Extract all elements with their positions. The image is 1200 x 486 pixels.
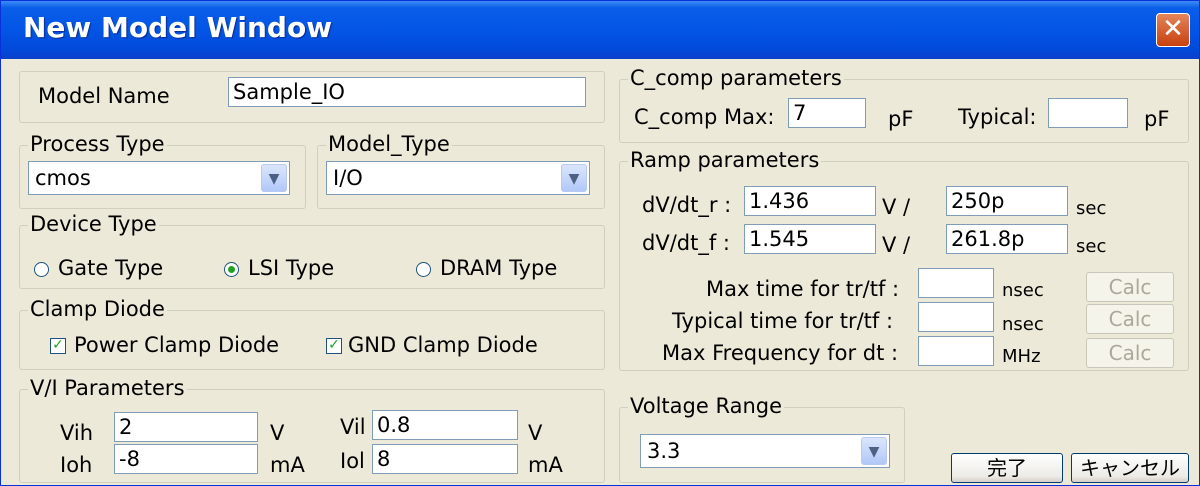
ioh-label: Ioh [60,453,93,477]
model-name-input[interactable]: Sample_IO [228,77,586,107]
max-frequency-unit: MHz [1002,346,1041,367]
vil-input[interactable]: 0.8 [372,410,518,440]
process-type-select[interactable]: cmos ▼ [28,161,290,195]
radio-lsi-type[interactable] [224,262,239,277]
dvdt-r-time-unit: sec [1076,198,1107,219]
max-time-calc-button[interactable]: Calc [1086,272,1174,302]
model-name-label: Model Name [38,84,170,108]
iol-label: Iol [340,449,365,473]
c-comp-max-label: C_comp Max: [634,105,775,129]
voltage-range-select[interactable]: 3.3 ▼ [640,434,890,468]
chevron-down-icon[interactable]: ▼ [561,164,587,192]
max-frequency-label: Max Frequency for dt : [662,341,899,365]
ramp-parameters-legend: Ramp parameters [628,148,822,172]
max-time-label: Max time for tr/tf : [706,277,900,301]
dvdt-f-time-input[interactable]: 261.8p [946,224,1068,254]
dvdt-f-time-unit: sec [1076,236,1107,257]
typical-time-calc-button[interactable]: Calc [1086,304,1174,334]
ramp-parameters-group: Ramp parameters dV/dt_r : 1.436 V / 250p… [619,148,1189,371]
device-type-legend: Device Type [28,212,159,236]
chevron-down-icon[interactable]: ▼ [261,164,287,192]
chevron-down-icon[interactable]: ▼ [861,437,887,465]
typical-time-unit: nsec [1002,314,1044,335]
clamp-diode-legend: Clamp Diode [28,297,167,321]
dvdt-r-voltage-unit: V / [882,195,911,219]
close-icon[interactable]: ✕ [1156,13,1190,47]
c-comp-max-input[interactable]: 7 [788,98,866,128]
voltage-range-legend: Voltage Range [628,394,785,418]
vil-unit: V [528,421,543,445]
model-type-legend: Model_Type [326,132,452,156]
dvdt-f-voltage-unit: V / [882,233,911,257]
power-clamp-checkbox[interactable]: ✓ [50,338,66,354]
ioh-input[interactable]: -8 [114,444,258,474]
c-comp-max-unit: pF [888,107,914,131]
gnd-clamp-checkbox[interactable]: ✓ [326,338,342,354]
voltage-range-group: Voltage Range 3.3 ▼ [619,394,905,483]
radio-lsi-type-label[interactable]: LSI Type [248,255,334,281]
vih-input[interactable]: 2 [114,412,258,442]
radio-dram-type[interactable] [416,262,431,277]
vi-parameters-legend: V/I Parameters [28,376,187,400]
max-frequency-input[interactable] [918,336,994,366]
model-name-group: Model Name Sample_IO [19,71,605,123]
dvdt-f-label: dV/dt_f : [642,231,730,255]
max-time-unit: nsec [1002,280,1044,301]
process-type-value: cmos [35,166,91,190]
ok-button[interactable]: 完了 [951,453,1063,483]
c-comp-typical-label: Typical: [958,105,1037,129]
title-bar[interactable]: New Model Window ✕ [1,1,1199,59]
dvdt-r-time-input[interactable]: 250p [946,186,1068,216]
power-clamp-label[interactable]: Power Clamp Diode [74,332,279,358]
model-type-group: Model_Type I/O ▼ [317,132,605,209]
process-type-legend: Process Type [28,132,167,156]
max-time-input[interactable] [918,268,994,298]
c-comp-legend: C_comp parameters [628,66,844,90]
max-frequency-calc-button[interactable]: Calc [1086,338,1174,368]
device-type-group: Device Type Gate Type LSI Type DRAM Type [19,212,605,289]
dvdt-f-voltage-input[interactable]: 1.545 [744,224,876,254]
vih-label: Vih [60,421,94,445]
radio-gate-type[interactable] [34,262,49,277]
c-comp-typical-unit: pF [1144,107,1170,131]
radio-dram-type-label[interactable]: DRAM Type [440,255,557,281]
iol-unit: mA [528,453,563,477]
window-title: New Model Window [23,11,333,44]
process-type-group: Process Type cmos ▼ [19,132,306,209]
iol-input[interactable]: 8 [372,444,518,474]
vih-unit: V [270,421,285,445]
dvdt-r-voltage-input[interactable]: 1.436 [744,186,876,216]
typical-time-input[interactable] [918,302,994,332]
cancel-button[interactable]: キャンセル [1071,453,1189,483]
vil-label: Vil [340,415,366,439]
model-type-value: I/O [333,166,363,190]
c-comp-typical-input[interactable] [1048,98,1128,128]
c-comp-group: C_comp parameters C_comp Max: 7 pF Typic… [619,66,1189,143]
ioh-unit: mA [270,453,305,477]
new-model-window: New Model Window ✕ Model Name Sample_IO … [0,0,1200,486]
model-type-select[interactable]: I/O ▼ [326,161,590,195]
dvdt-r-label: dV/dt_r : [642,193,732,217]
radio-gate-type-label[interactable]: Gate Type [58,255,163,281]
vi-parameters-group: V/I Parameters Vih 2 V Ioh -8 mA Vil 0.8… [19,376,605,483]
voltage-range-value: 3.3 [647,439,681,463]
clamp-diode-group: Clamp Diode ✓ Power Clamp Diode ✓ GND Cl… [19,297,605,370]
typical-time-label: Typical time for tr/tf : [672,309,894,333]
gnd-clamp-label[interactable]: GND Clamp Diode [348,332,538,358]
